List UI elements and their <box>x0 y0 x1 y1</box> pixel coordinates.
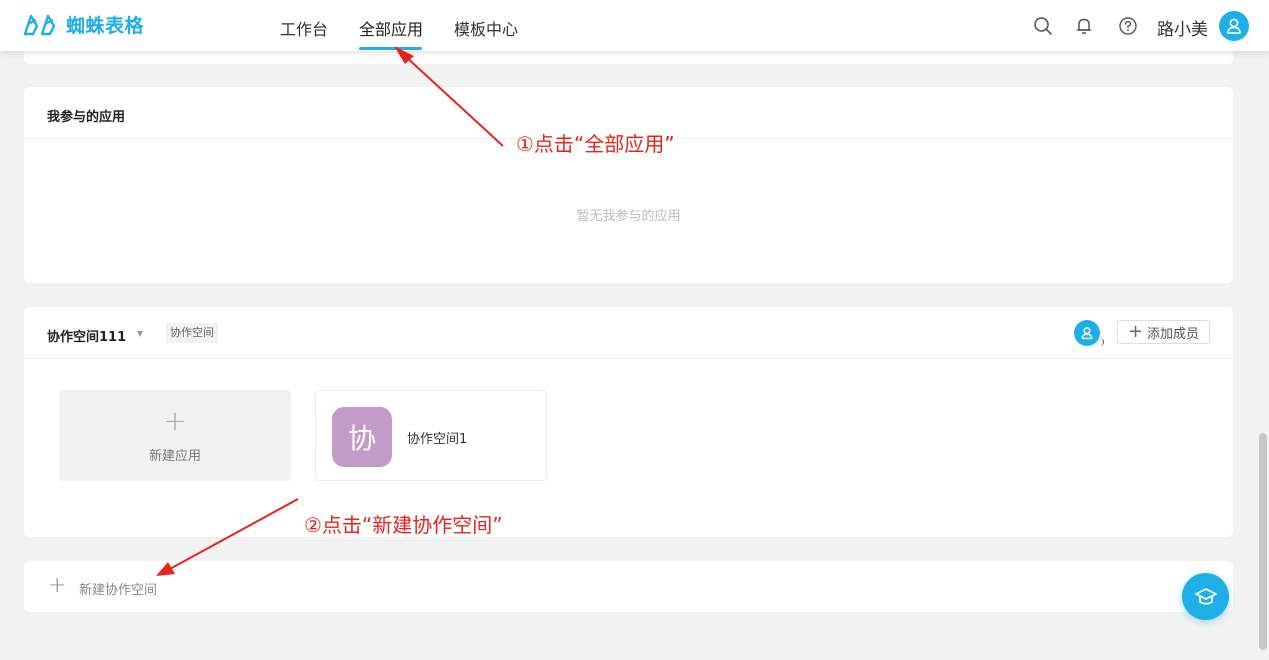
my-apps-card: 我参与的应用 暂无我参与的应用 <box>24 87 1233 283</box>
new-space-label: 新建协作空间 <box>79 583 158 598</box>
annotation-step1: ①点击“全部应用” <box>516 132 675 156</box>
user-name[interactable]: 路小美 <box>1157 15 1208 40</box>
tutorial-button[interactable] <box>1182 573 1229 620</box>
nav-active-indicator <box>359 47 422 50</box>
space-type-tag: 协作空间 <box>166 323 218 343</box>
new-app-label: 新建应用 <box>148 449 201 464</box>
empty-state-text: 暂无我参与的应用 <box>576 209 681 224</box>
new-space-button[interactable]: + 新建协作空间 <box>24 561 1233 612</box>
user-icon <box>1081 327 1093 340</box>
member-avatar[interactable] <box>1074 320 1104 346</box>
search-icon[interactable] <box>1033 16 1053 36</box>
help-icon[interactable] <box>1118 16 1138 36</box>
nav-template-center[interactable]: 模板中心 <box>454 16 518 40</box>
logo[interactable]: 蜘蛛表格 <box>22 11 144 38</box>
app-name: 协作空间1 <box>407 432 468 447</box>
nav-all-apps[interactable]: 全部应用 <box>359 16 423 40</box>
app-card[interactable]: 协 协作空间1 <box>315 390 547 481</box>
space-name[interactable]: 协作空间111 <box>47 326 126 345</box>
add-member-label: 添加成员 <box>1147 326 1200 342</box>
section-title: 我参与的应用 <box>47 110 126 125</box>
scrollbar-thumb[interactable] <box>1259 433 1267 650</box>
plus-icon: + <box>48 573 67 598</box>
bell-icon[interactable] <box>1074 16 1094 36</box>
caret-down-icon[interactable]: ▼ <box>137 329 143 338</box>
nav-workbench[interactable]: 工作台 <box>280 16 328 40</box>
plus-icon: + <box>163 404 187 437</box>
app-icon: 协 <box>332 407 392 467</box>
collab-space-card: 协作空间111 ▼ 协作空间 + 添加成员 + 新建应用 协 协作空间1 <box>24 307 1233 537</box>
add-member-button[interactable]: + 添加成员 <box>1117 320 1210 344</box>
divider <box>24 358 1233 359</box>
annotation-step2: ②点击“新建协作空间” <box>304 513 503 537</box>
top-header: 蜘蛛表格 工作台 全部应用 模板中心 路小美 <box>0 0 1269 51</box>
user-icon <box>1227 18 1241 34</box>
spider-logo-icon <box>23 14 56 35</box>
new-app-button[interactable]: + 新建应用 <box>59 390 291 481</box>
graduation-cap-icon <box>1194 587 1217 605</box>
plus-icon: + <box>1127 321 1144 342</box>
user-avatar[interactable] <box>1219 11 1249 41</box>
logo-text: 蜘蛛表格 <box>66 15 145 37</box>
